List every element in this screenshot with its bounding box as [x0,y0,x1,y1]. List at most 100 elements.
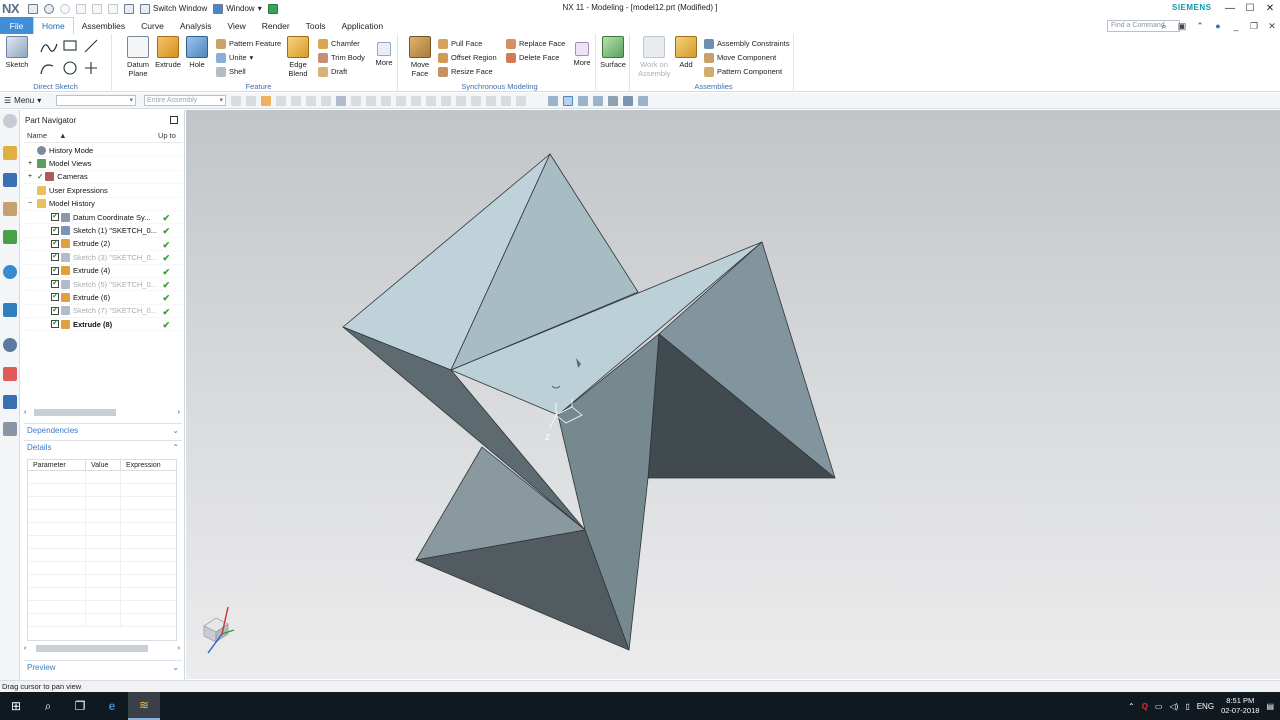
rectangle-select-icon[interactable] [306,95,316,106]
feature-more-button[interactable]: More [370,36,398,67]
task-view-icon[interactable]: ❐ [64,692,96,720]
existing-point-icon[interactable] [456,95,466,106]
window-switch-icon[interactable]: ▣ [1174,19,1190,33]
fit-view-icon[interactable] [548,95,558,106]
nx-app-icon[interactable]: ≋ [128,692,160,720]
minimize-button[interactable]: — [1220,0,1240,17]
assembly-navigator-icon[interactable] [3,146,17,160]
extrude-button[interactable]: Extrude [154,36,182,69]
redo-icon[interactable] [60,3,70,14]
resize-face-button[interactable]: Resize Face [438,65,493,78]
visibility-checkbox[interactable] [51,291,59,302]
shell-button[interactable]: Shell [216,65,246,78]
details-horizontal-scrollbar[interactable]: ‹ › [24,643,182,653]
intersection-icon[interactable] [411,95,421,106]
process-studio-icon[interactable] [3,367,17,381]
tab-analysis[interactable]: Analysis [172,17,220,34]
visibility-checkbox[interactable] [51,251,59,262]
undo-icon[interactable] [44,3,54,14]
tab-curve[interactable]: Curve [133,17,172,34]
trim-body-button[interactable]: Trim Body [318,51,365,64]
scrollbar-thumb[interactable] [34,408,116,416]
view-section-icon[interactable] [623,95,633,106]
bounded-grid-icon[interactable] [501,95,511,106]
render-style-icon[interactable] [608,95,618,106]
draft-button[interactable]: Draft [318,65,347,78]
battery-icon[interactable]: ▯ [1185,702,1189,711]
scroll-left-icon[interactable]: ‹ [24,409,26,416]
move-face-button[interactable]: Move Face [406,36,434,78]
search-icon[interactable]: ⌕ [32,692,64,720]
select-icon[interactable] [261,95,271,106]
scroll-right-icon[interactable]: › [178,409,180,416]
table-row[interactable]: Extrude (4) ✔ [24,265,182,278]
sketch-button[interactable]: Sketch [3,36,31,69]
pattern-component-button[interactable]: Pattern Component [704,65,782,78]
chevron-up-icon[interactable]: ⌃ [1192,19,1208,33]
deselect-icon[interactable] [291,95,301,106]
offset-region-button[interactable]: Offset Region [438,51,497,64]
preview-panel-header[interactable]: Preview ⌄ [24,660,182,674]
visibility-checkbox[interactable] [51,211,59,222]
table-row[interactable]: Extrude (8) ✔ [24,318,182,332]
visibility-checkbox[interactable] [51,265,59,275]
model-view[interactable]: Z [186,110,1280,679]
scroll-left-icon[interactable]: ‹ [24,645,26,652]
surface-button[interactable]: Surface [599,36,627,69]
language-indicator[interactable]: ENG [1197,702,1214,711]
help-icon[interactable]: ● [1210,19,1226,33]
list-item[interactable]: + Model Views [24,157,182,171]
tab-file[interactable]: File [0,17,33,34]
paste-icon[interactable] [108,3,118,14]
column-value[interactable]: Value [86,460,121,470]
point-on-curve-icon[interactable] [471,95,481,106]
history-icon[interactable] [3,303,17,317]
list-item[interactable]: User Expressions [24,184,182,198]
notifications-icon[interactable]: ▤ [1266,702,1274,711]
table-row[interactable]: Extrude (6) ✔ [24,291,182,305]
expand-icon[interactable]: + [28,160,37,167]
reuse-library-icon[interactable] [3,230,17,244]
copy-icon[interactable] [92,3,102,14]
history-clock-icon[interactable] [3,338,17,352]
scrollbar-thumb[interactable] [36,644,148,652]
chamfer-button[interactable]: Chamfer [318,37,360,50]
add-to-selection-icon[interactable] [276,95,286,106]
shaded-icon[interactable] [336,95,346,106]
volume-icon[interactable]: ◁) [1169,702,1178,711]
rotate-icon[interactable] [578,95,588,106]
visibility-checkbox[interactable] [51,278,59,289]
snap-icon[interactable] [231,95,241,106]
unite-button[interactable]: Unite ▾ [216,51,253,64]
tray-chevron-up-icon[interactable]: ⌃ [1128,702,1135,711]
end-point-icon[interactable] [366,95,376,106]
list-item[interactable]: History Mode [24,144,182,158]
column-parameter[interactable]: Parameter [28,460,86,470]
roles-icon[interactable] [3,395,17,409]
tab-application[interactable]: Application [334,17,392,34]
pull-face-button[interactable]: Pull Face [438,37,482,50]
repeat-command-icon[interactable] [124,3,134,14]
point-on-face-icon[interactable] [486,95,496,106]
save-icon[interactable] [28,3,38,14]
edge-blend-button[interactable]: Edge Blend [284,36,312,78]
edge-browser-icon[interactable]: e [96,692,128,720]
table-row[interactable]: Sketch (5) "SKETCH_0... ✔ [24,278,182,292]
maximize-button[interactable]: ☐ [1240,0,1260,17]
wireframe-icon[interactable] [321,95,331,106]
quadrant-icon[interactable] [441,95,451,106]
gear-icon[interactable] [3,114,17,128]
type-filter-dropdown[interactable] [56,95,136,106]
system-materials-icon[interactable] [3,422,17,436]
visibility-checkbox[interactable] [51,225,59,235]
control-point-icon[interactable] [396,95,406,106]
table-row[interactable]: Sketch (3) "SKETCH_0... ✔ [24,251,182,265]
column-name[interactable]: Name ▲ [24,131,158,142]
view-triad-icon[interactable] [203,606,235,654]
constraint-navigator-icon[interactable] [3,173,17,187]
part-navigator-icon[interactable] [3,202,17,216]
tab-tools[interactable]: Tools [298,17,334,34]
restore-icon[interactable]: ❐ [1246,19,1262,33]
column-expression[interactable]: Expression [121,460,176,470]
details-panel-header[interactable]: Details ⌃ [24,440,182,454]
